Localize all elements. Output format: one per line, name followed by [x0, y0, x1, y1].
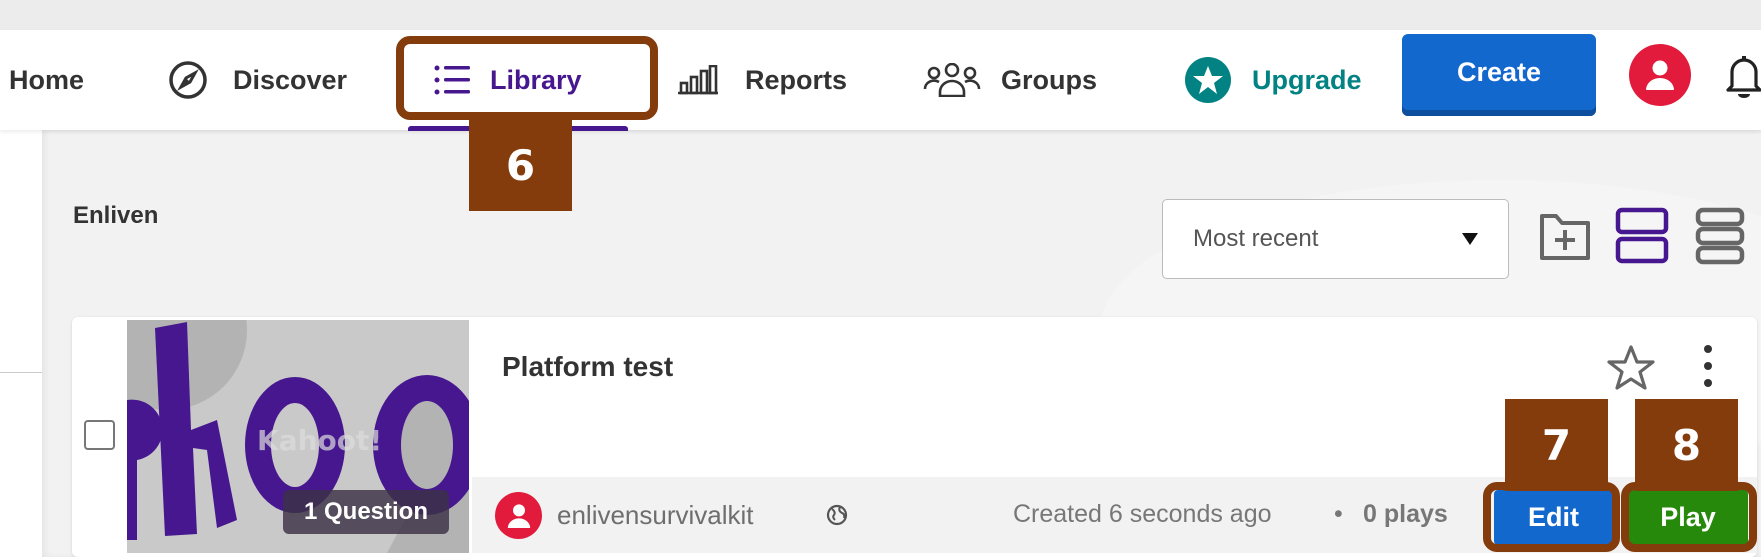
people-icon — [923, 63, 981, 97]
star-outline-icon — [1607, 345, 1655, 390]
folder-plus-icon — [1540, 214, 1590, 260]
kebab-menu-icon — [1704, 345, 1712, 387]
sidebar — [0, 130, 42, 557]
nav-item-label: Home — [9, 64, 85, 95]
sort-selected-value: Most recent — [1193, 225, 1319, 252]
select-checkbox[interactable] — [84, 420, 115, 450]
nav-item-label: Library — [490, 64, 582, 95]
public-visibility-icon — [826, 504, 848, 526]
annotation-badge-8: 8 — [1635, 399, 1738, 491]
compass-icon — [167, 59, 209, 101]
nav-item-library[interactable]: Library — [434, 30, 582, 130]
create-button[interactable]: Create — [1402, 34, 1596, 116]
notifications-bell-icon[interactable] — [1724, 52, 1761, 100]
view-cards-toggle[interactable] — [1614, 206, 1670, 266]
user-avatar[interactable] — [1629, 44, 1691, 106]
top-navigation-bar: Home Discover Library Reports Groups Upg… — [0, 30, 1761, 130]
nav-item-discover[interactable]: Discover — [167, 30, 347, 130]
more-options-button[interactable] — [1696, 342, 1720, 392]
sort-dropdown[interactable]: Most recent — [1162, 199, 1509, 279]
nav-item-label: Reports — [745, 64, 848, 95]
browser-top-band — [0, 0, 1761, 30]
nav-item-label: Groups — [1001, 64, 1098, 95]
annotation-badge-6: 6 — [469, 120, 572, 211]
owner-username[interactable]: enlivensurvivalkit — [557, 500, 754, 531]
nav-item-groups[interactable]: Groups — [923, 30, 1097, 130]
nav-item-home[interactable]: Home — [9, 30, 84, 130]
edit-button[interactable]: Edit — [1494, 490, 1613, 545]
card-view-icon — [1615, 207, 1669, 264]
owner-avatar[interactable] — [495, 492, 542, 539]
play-button[interactable]: Play — [1628, 490, 1748, 545]
created-timestamp: Created 6 seconds ago — [1013, 500, 1272, 528]
sidebar-divider — [0, 372, 42, 373]
svg-text:Kahoot!: Kahoot! — [257, 424, 382, 457]
view-list-toggle[interactable] — [1694, 206, 1746, 266]
dropdown-caret-icon — [1462, 233, 1478, 245]
upgrade-label: Upgrade — [1252, 64, 1362, 95]
upgrade-link[interactable]: Upgrade — [1184, 30, 1362, 130]
annotation-badge-7: 7 — [1505, 399, 1608, 491]
question-count-badge: 1 Question — [283, 490, 449, 534]
nav-item-label: Discover — [233, 64, 348, 95]
user-icon — [1646, 60, 1674, 90]
separator-dot: • — [1334, 500, 1343, 528]
list-view-icon — [1695, 207, 1745, 265]
user-icon — [507, 503, 530, 528]
bar-chart-icon — [677, 65, 719, 95]
play-count: 0 plays — [1363, 500, 1448, 528]
favorite-button[interactable] — [1606, 343, 1656, 393]
list-icon — [434, 64, 470, 96]
nav-item-reports[interactable]: Reports — [677, 30, 847, 130]
new-folder-button[interactable] — [1538, 208, 1594, 264]
star-badge-icon — [1184, 56, 1232, 104]
folder-title: Enliven — [73, 202, 159, 229]
kahoot-title[interactable]: Platform test — [502, 351, 673, 383]
